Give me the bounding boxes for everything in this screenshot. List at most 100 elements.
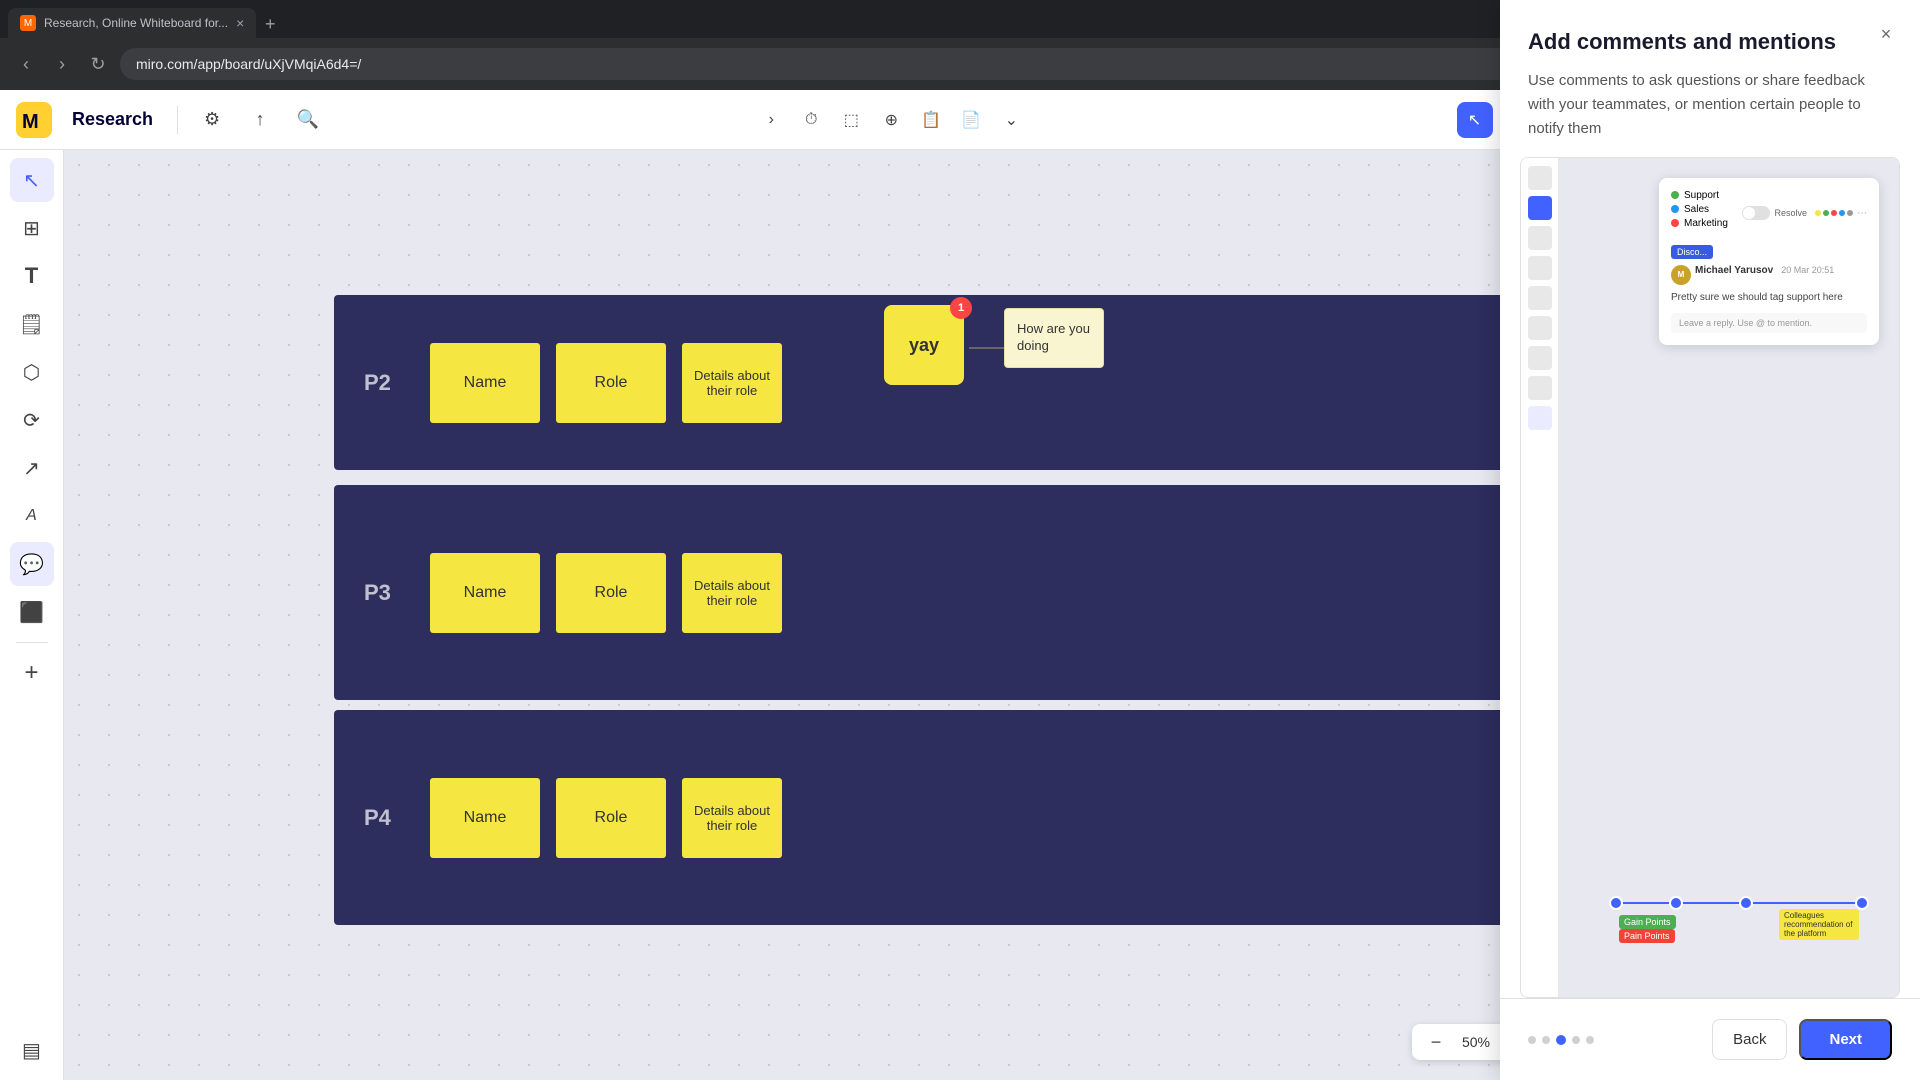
page-dot-3[interactable] (1556, 1035, 1566, 1045)
tag-gain-points: Gain Points (1619, 915, 1676, 929)
zoom-level[interactable]: 50% (1456, 1034, 1496, 1050)
resolve-toggle[interactable] (1742, 206, 1770, 220)
color-dot-blue (1839, 210, 1845, 216)
page-dot-2[interactable] (1542, 1036, 1550, 1044)
cursor-btn[interactable]: ↖ (1457, 102, 1493, 138)
template-btn[interactable]: 📄 (953, 102, 989, 138)
tool-add[interactable]: + (10, 651, 54, 695)
preview-inner: Support Sales Marketing (1521, 158, 1899, 997)
legend-sales: Sales (1671, 204, 1728, 215)
legend-dot-support (1671, 191, 1679, 199)
sticky-p4-role[interactable]: Role (556, 778, 666, 858)
tool-table[interactable]: ⊞ (10, 206, 54, 250)
nav-reload-button[interactable]: ↻ (84, 50, 112, 78)
sticky-p2-role[interactable]: Role (556, 343, 666, 423)
page-dot-4[interactable] (1572, 1036, 1580, 1044)
settings-button[interactable]: ⚙ (194, 102, 230, 138)
preview-legend: Support Sales Marketing (1671, 190, 1728, 229)
how-note[interactable]: How are you doing (1004, 308, 1104, 368)
legend-marketing: Marketing (1671, 218, 1728, 229)
back-button[interactable]: Back (1712, 1019, 1787, 1060)
url-bar[interactable]: miro.com/app/board/uXjVMqiA6d4=/ (120, 48, 1720, 80)
sidebar-divider (16, 642, 48, 643)
color-dot-red (1831, 210, 1837, 216)
left-sidebar: ↖ ⊞ T 🗒 ⬡ ⟳ ↗ A 💬 ⬛ + ▤ (0, 150, 64, 1080)
more-dots: ⋯ (1857, 208, 1867, 219)
yay-badge: 1 (950, 297, 972, 319)
legend-label-marketing: Marketing (1684, 218, 1728, 229)
resolve-label: Resolve (1774, 208, 1807, 218)
color-dot-yellow (1815, 210, 1821, 216)
preview-tool-active (1528, 196, 1552, 220)
preview-tool-3 (1528, 256, 1552, 280)
sticky-p2-details[interactable]: Details about their role (682, 343, 782, 423)
arrow-right-btn[interactable]: › (753, 102, 789, 138)
tool-frame[interactable]: ⬛ (10, 590, 54, 634)
tool-connector[interactable]: ⟳ (10, 398, 54, 442)
timeline-dot-2 (1669, 896, 1683, 910)
preview-comment-time: 20 Mar 20:51 (1781, 265, 1834, 275)
preview-tool-4 (1528, 286, 1552, 310)
tag-pain-points: Pain Points (1619, 929, 1675, 943)
tool-shape[interactable]: ⬡ (10, 350, 54, 394)
upload-button[interactable]: ↑ (242, 102, 278, 138)
section-p2-label: P2 (364, 370, 414, 396)
resolve-section: Resolve ⋯ (1742, 206, 1867, 220)
preview-sidebar (1521, 158, 1559, 997)
preview-tool-comment (1528, 406, 1552, 430)
timeline-dot-4 (1855, 896, 1869, 910)
sticky-p4-details[interactable]: Details about their role (682, 778, 782, 858)
tag-colleagues: Colleagues recommendation of the platfor… (1779, 909, 1859, 940)
tab-title: Research, Online Whiteboard for... (44, 16, 228, 30)
miro-app: M Research ⚙ ↑ 🔍 › ⏱ ⬚ ⊕ 📋 📄 ⌄ ↖ ✏ 💬 RJ … (0, 90, 1920, 1080)
preview-canvas: Support Sales Marketing (1559, 158, 1899, 997)
svg-text:M: M (22, 111, 39, 133)
tool-pen[interactable]: ↗ (10, 446, 54, 490)
preview-comment-header: M Michael Yarusov 20 Mar 20:51 (1671, 265, 1867, 285)
tool-select[interactable]: ↖ (10, 158, 54, 202)
section-p4-label: P4 (364, 805, 414, 831)
sticky-p3-details[interactable]: Details about their role (682, 553, 782, 633)
active-tab[interactable]: M Research, Online Whiteboard for... × (8, 8, 256, 38)
preview-reply-field[interactable]: Leave a reply. Use @ to mention. (1671, 313, 1867, 333)
frame-btn[interactable]: ⬚ (833, 102, 869, 138)
search-button[interactable]: 🔍 (290, 102, 326, 138)
crop-btn[interactable]: ⊕ (873, 102, 909, 138)
tool-layout[interactable]: ▤ (10, 1028, 54, 1072)
next-button[interactable]: Next (1799, 1019, 1892, 1060)
page-dot-1[interactable] (1528, 1036, 1536, 1044)
nav-back-button[interactable]: ‹ (12, 50, 40, 78)
sticky-p2-name[interactable]: Name (430, 343, 540, 423)
tool-note[interactable]: 🗒 (10, 302, 54, 346)
present-icon-btn[interactable]: 📋 (913, 102, 949, 138)
sticky-p4-name[interactable]: Name (430, 778, 540, 858)
section-p3: P3 Name Role Details about their role (334, 485, 1560, 700)
panel-header: Add comments and mentions Use comments t… (1500, 150, 1920, 157)
pagination-dots (1528, 1035, 1594, 1045)
timer-btn[interactable]: ⏱ (793, 102, 829, 138)
chevron-more[interactable]: ⌄ (993, 102, 1029, 138)
yay-sticky[interactable]: yay 1 › (884, 305, 964, 385)
miro-logo: M (16, 102, 52, 138)
tool-comment[interactable]: 💬 (10, 542, 54, 586)
discover-badge: Disco... (1671, 245, 1713, 259)
legend-support: Support (1671, 190, 1728, 201)
new-tab-button[interactable]: + (256, 10, 284, 38)
tool-text[interactable]: T (10, 254, 54, 298)
miro-logo-icon: M (16, 102, 52, 138)
preview-commenter-avatar: M (1671, 265, 1691, 285)
main-area: ↖ ⊞ T 🗒 ⬡ ⟳ ↗ A 💬 ⬛ + ▤ P2 Name Role Det… (0, 150, 1920, 1080)
legend-dot-marketing (1671, 219, 1679, 227)
preview-tool-5 (1528, 316, 1552, 340)
board-name[interactable]: Research (64, 105, 161, 134)
preview-comment-text: Pretty sure we should tag support here (1671, 291, 1867, 305)
preview-commenter-name: Michael Yarusov (1695, 265, 1773, 276)
nav-forward-button[interactable]: › (48, 50, 76, 78)
page-dot-5[interactable] (1586, 1036, 1594, 1044)
sticky-p3-role[interactable]: Role (556, 553, 666, 633)
zoom-out-button[interactable]: − (1424, 1030, 1448, 1054)
timeline-dot-1 (1609, 896, 1623, 910)
sticky-p3-name[interactable]: Name (430, 553, 540, 633)
tab-close-button[interactable]: × (236, 15, 244, 31)
tool-marker[interactable]: A (10, 494, 54, 538)
